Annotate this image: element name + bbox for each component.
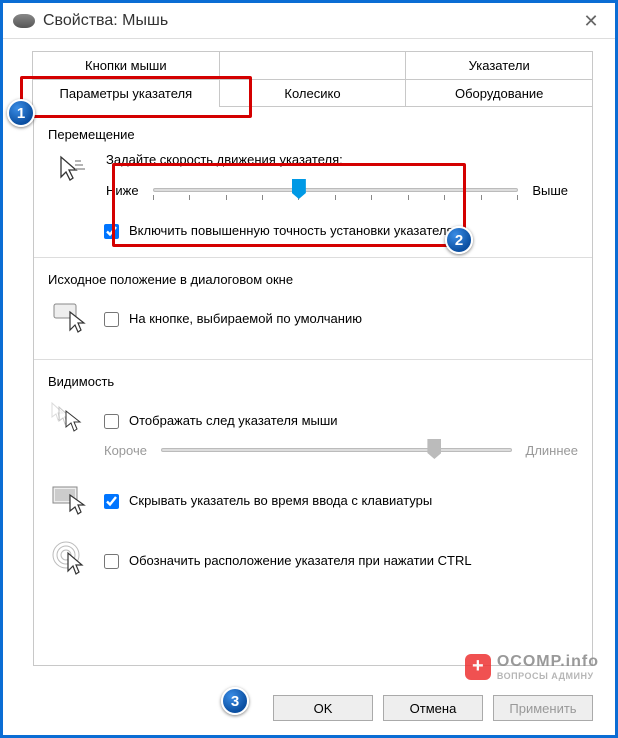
tab-buttons[interactable]: Кнопки мыши — [32, 51, 220, 79]
snap-group: Исходное положение в диалоговом окне На … — [48, 272, 578, 341]
hide-while-typing-icon — [48, 475, 96, 523]
movement-group-label: Перемещение — [48, 127, 578, 142]
tab-bar: Кнопки мыши Указатели Параметры указател… — [33, 51, 593, 107]
snap-default-row[interactable]: На кнопке, выбираемой по умолчанию — [104, 311, 578, 327]
speed-label: Задайте скорость движения указателя: — [106, 152, 568, 167]
speed-fast-label: Выше — [532, 183, 568, 198]
tab-pointer-options[interactable]: Параметры указателя — [32, 79, 220, 107]
tab-hardware[interactable]: Оборудование — [405, 79, 593, 107]
tab-pointers[interactable]: Указатели — [405, 51, 593, 79]
snap-group-label: Исходное положение в диалоговом окне — [48, 272, 578, 287]
close-icon[interactable]: ✕ — [581, 11, 601, 31]
visibility-group-label: Видимость — [48, 374, 578, 389]
visibility-group: Видимость — [48, 374, 578, 583]
trails-slider — [161, 437, 512, 463]
mouse-icon — [13, 14, 35, 28]
hide-typing-row[interactable]: Скрывать указатель во время ввода с клав… — [104, 493, 578, 509]
pointer-options-panel: Перемещение Задайте скорость движения ук… — [33, 106, 593, 666]
snap-default-checkbox[interactable] — [104, 312, 119, 327]
titlebar: Свойства: Мышь ✕ — [3, 3, 615, 39]
dialog-buttons: OK Отмена Применить — [273, 695, 593, 721]
ctrl-locate-row[interactable]: Обозначить расположение указателя при на… — [104, 553, 578, 569]
pointer-trails-icon — [48, 395, 96, 443]
enhance-precision-row[interactable]: Включить повышенную точность установки у… — [104, 223, 578, 239]
cancel-button[interactable]: Отмена — [383, 695, 483, 721]
ctrl-locate-icon — [48, 535, 96, 583]
trails-checkbox[interactable] — [104, 414, 119, 429]
hide-typing-label: Скрывать указатель во время ввода с клав… — [129, 493, 432, 508]
ctrl-locate-label: Обозначить расположение указателя при на… — [129, 553, 472, 568]
tab-wheel[interactable]: Колесико — [219, 79, 407, 107]
divider — [34, 257, 592, 258]
snap-default-label: На кнопке, выбираемой по умолчанию — [129, 311, 362, 326]
enhance-precision-checkbox[interactable] — [104, 224, 119, 239]
ok-button[interactable]: OK — [273, 695, 373, 721]
tab-empty — [219, 51, 407, 79]
snap-to-button-icon — [48, 293, 96, 341]
enhance-precision-label: Включить повышенную точность установки у… — [129, 223, 454, 238]
mouse-properties-window: Свойства: Мышь ✕ Кнопки мыши Указатели П… — [0, 0, 618, 738]
ctrl-locate-checkbox[interactable] — [104, 554, 119, 569]
divider — [34, 359, 592, 360]
movement-group: Перемещение Задайте скорость движения ук… — [48, 127, 578, 239]
trails-short-label: Короче — [104, 443, 147, 458]
speed-slow-label: Ниже — [106, 183, 139, 198]
trails-row[interactable]: Отображать след указателя мыши — [104, 413, 578, 429]
apply-button[interactable]: Применить — [493, 695, 593, 721]
trails-label: Отображать след указателя мыши — [129, 413, 338, 428]
cursor-speed-icon — [48, 146, 96, 194]
pointer-speed-slider[interactable] — [153, 177, 519, 203]
trails-long-label: Длиннее — [526, 443, 578, 458]
window-title: Свойства: Мышь — [43, 12, 168, 30]
hide-typing-checkbox[interactable] — [104, 494, 119, 509]
